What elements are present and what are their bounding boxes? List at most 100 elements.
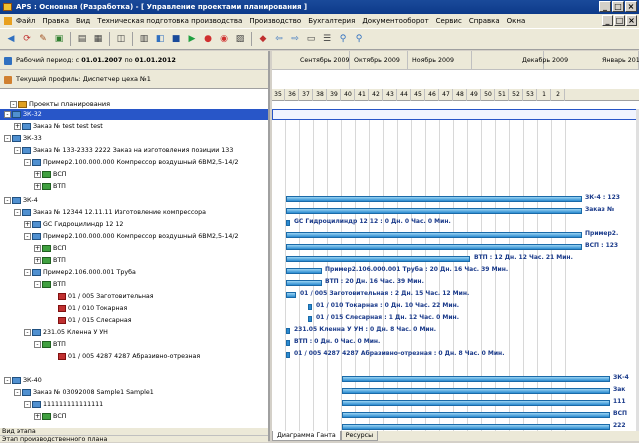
gantt-milestone[interactable] <box>286 352 290 358</box>
tree-node[interactable]: + ВСП <box>0 243 66 254</box>
tree-node[interactable]: - 111111111111111 <box>0 399 103 410</box>
print-icon[interactable]: ▥ <box>137 32 151 46</box>
collapse-icon[interactable]: - <box>14 146 21 154</box>
collapse-icon[interactable]: - <box>24 400 31 408</box>
tree-node[interactable]: 01 / 015 Слесарная <box>0 315 132 326</box>
tools-icon[interactable]: ✎ <box>36 32 50 46</box>
tree-node[interactable]: - Заказ № 03092008 Sample1 Sample1 <box>0 387 154 398</box>
gantt-bar[interactable] <box>286 268 322 274</box>
tree-node[interactable]: - ЗК-40 <box>0 375 42 386</box>
tree-node[interactable]: - 231.05 Кленна У УН <box>0 327 108 338</box>
menu-documents[interactable]: Документооборот <box>362 14 428 28</box>
expand-icon[interactable]: + <box>14 122 21 130</box>
tree-node[interactable]: 01 / 010 Токарная <box>0 303 127 314</box>
expand-icon[interactable]: + <box>44 424 51 425</box>
expand-icon[interactable]: + <box>24 220 31 228</box>
menu-service[interactable]: Сервис <box>436 14 462 28</box>
collapse-icon[interactable]: - <box>14 388 21 396</box>
collapse-icon[interactable]: - <box>24 328 31 336</box>
tree-node[interactable]: - ВТП <box>0 339 66 350</box>
collapse-icon[interactable]: - <box>4 376 11 384</box>
collapse-icon[interactable]: - <box>4 110 11 118</box>
gantt-bar[interactable] <box>286 292 296 298</box>
tree-node[interactable]: - Пример2.100.000.000 Компрессор воздушны… <box>0 157 238 168</box>
minimize-button[interactable]: _ <box>599 1 611 12</box>
arrow-left-icon[interactable]: ◆ <box>256 32 270 46</box>
collapse-icon[interactable]: - <box>10 100 17 108</box>
tree-node[interactable]: + ВСП <box>0 169 66 180</box>
menu-file[interactable]: Файл <box>16 14 35 28</box>
refresh-icon[interactable]: ⟳ <box>20 32 34 46</box>
collapse-icon[interactable]: - <box>4 196 11 204</box>
tree-node[interactable]: + ВТП <box>0 255 66 266</box>
collapse-icon[interactable]: - <box>4 134 11 142</box>
menu-accounting[interactable]: Бухгалтерия <box>308 14 355 28</box>
tree-icon[interactable]: ▣ <box>52 32 66 46</box>
collapse-icon[interactable]: - <box>34 280 41 288</box>
tree-node[interactable]: - ЗК-33 <box>0 133 42 144</box>
chart-icon[interactable]: ◧ <box>153 32 167 46</box>
menu-edit[interactable]: Правка <box>42 14 69 28</box>
menu-windows[interactable]: Окна <box>507 14 526 28</box>
doc-icon[interactable]: ▤ <box>75 32 89 46</box>
collapse-icon[interactable]: - <box>24 158 31 166</box>
menu-tech-prep[interactable]: Техническая подготовка производства <box>97 14 242 28</box>
gantt-bar[interactable] <box>342 412 610 418</box>
gantt-milestone[interactable] <box>308 304 312 310</box>
filter-icon[interactable]: ◫ <box>114 32 128 46</box>
tree-node[interactable]: - Пример2.100.000.000 Компрессор воздушны… <box>0 231 238 242</box>
gantt-milestone[interactable] <box>286 328 290 334</box>
red-stop-icon[interactable]: ◉ <box>217 32 231 46</box>
menu-production[interactable]: Производство <box>249 14 301 28</box>
gantt-milestone[interactable] <box>308 316 312 322</box>
gantt-bar[interactable] <box>342 376 610 382</box>
tab-gantt[interactable]: Диаграмма Ганта <box>272 431 341 441</box>
expand-icon[interactable]: + <box>34 244 41 252</box>
tree-node[interactable]: + Заказ № test test test <box>0 121 103 132</box>
tab-resources[interactable]: Ресурсы <box>340 431 379 441</box>
tree-node[interactable]: - Пример2.106.000.001 Труба <box>0 267 136 278</box>
stop-icon[interactable]: ■ <box>169 32 183 46</box>
grid-icon[interactable]: ▦ <box>91 32 105 46</box>
collapse-icon[interactable]: - <box>24 232 31 240</box>
expand-icon[interactable]: + <box>34 182 41 190</box>
mdi-restore-button[interactable]: □ <box>614 15 625 26</box>
gantt-bar[interactable] <box>286 196 582 202</box>
gantt-bar[interactable] <box>342 424 610 430</box>
profile-label[interactable]: Текущий профиль: Диспетчер цеха №1 <box>16 75 151 83</box>
close-button[interactable]: × <box>625 1 637 12</box>
gantt-milestone[interactable] <box>286 220 290 226</box>
mdi-close-button[interactable]: × <box>626 15 637 26</box>
expand-icon[interactable]: + <box>34 256 41 264</box>
expand-icon[interactable]: + <box>34 412 41 420</box>
collapse-icon[interactable]: - <box>24 268 31 276</box>
gantt-chart-area[interactable]: ЗК-4 : 123 Заказ № GC Гидроцилиндр 12 12… <box>272 109 639 433</box>
mdi-minimize-button[interactable]: _ <box>602 15 613 26</box>
tree-node[interactable]: +2222222222222222222 <box>0 423 138 425</box>
period-to[interactable]: 01.01.2012 <box>135 56 176 64</box>
tree-node[interactable]: + ВСП <box>0 411 66 422</box>
gantt-bar[interactable] <box>286 244 582 250</box>
gantt-bar[interactable] <box>286 208 582 214</box>
tree-node[interactable]: - Заказ № 12344 12.11.11 Изготовление ком… <box>0 207 206 218</box>
tree-node[interactable]: - ЗК-4 <box>0 195 38 206</box>
maximize-button[interactable]: □ <box>612 1 624 12</box>
gantt-bar[interactable] <box>342 400 610 406</box>
gantt-bar[interactable] <box>342 388 610 394</box>
search-icon[interactable]: ⚲ <box>336 32 350 46</box>
tree-node[interactable]: - ВТП <box>0 279 66 290</box>
zoom-icon[interactable]: ⇨ <box>288 32 302 46</box>
tree-node[interactable]: - Заказ № 133-2333 2222 Заказ на изготовл… <box>0 145 233 156</box>
list-icon[interactable]: ☰ <box>320 32 334 46</box>
settings-icon[interactable]: ▨ <box>233 32 247 46</box>
period-from[interactable]: 01.01.2007 <box>81 56 122 64</box>
back-icon[interactable]: ◀ <box>4 32 18 46</box>
gantt-bar[interactable] <box>286 232 582 238</box>
tree-root[interactable]: - Проекты планирования <box>0 99 268 109</box>
collapse-icon[interactable]: - <box>14 208 21 216</box>
find-icon[interactable]: ⚲ <box>352 32 366 46</box>
gantt-bar[interactable] <box>286 256 470 262</box>
tree-node[interactable]: 01 / 005 4287 4287 Абразивно-отрезная <box>0 351 200 362</box>
tree-node[interactable]: - ЗК-32 <box>0 109 268 120</box>
menu-help[interactable]: Справка <box>469 14 500 28</box>
